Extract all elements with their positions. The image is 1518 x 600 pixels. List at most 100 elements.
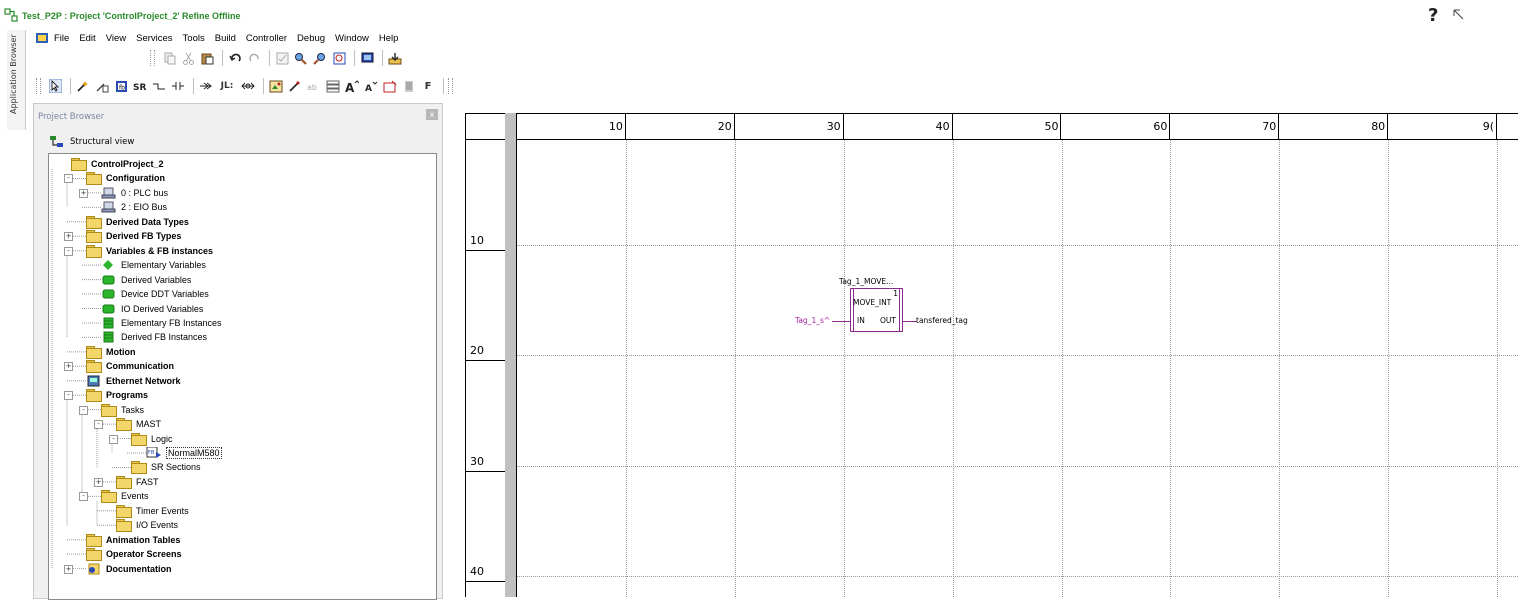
move-int-block[interactable]: 1 MOVE_INT IN OUT bbox=[850, 288, 903, 332]
fb-output-pin[interactable]: OUT bbox=[880, 316, 896, 325]
f-button[interactable]: F bbox=[420, 78, 436, 94]
ladder-wizard-icon[interactable] bbox=[287, 78, 303, 94]
fb-input-pin[interactable]: IN bbox=[857, 316, 865, 325]
sr-icon[interactable]: SR bbox=[132, 78, 148, 94]
input-variable[interactable]: Tag_1_s^ bbox=[795, 316, 830, 325]
menu-window[interactable]: Window bbox=[335, 33, 369, 44]
input-wire[interactable] bbox=[832, 321, 850, 322]
paste-icon[interactable] bbox=[161, 50, 177, 66]
tree-item[interactable]: Configuration bbox=[86, 171, 165, 186]
toolbar-grip[interactable] bbox=[448, 78, 453, 94]
tree-item[interactable]: FB NormalM580 bbox=[146, 446, 222, 460]
clipboard-icon[interactable] bbox=[199, 50, 215, 66]
toolbar-grip[interactable] bbox=[150, 50, 155, 66]
tree-item[interactable]: ControlProject_2 bbox=[71, 157, 164, 171]
tree-item[interactable]: Elementary FB Instances bbox=[101, 316, 222, 330]
collapse-icon[interactable]: - bbox=[94, 420, 103, 430]
align-icon[interactable] bbox=[325, 78, 341, 94]
expand-icon[interactable]: + bbox=[79, 188, 88, 198]
tree-item[interactable]: Events bbox=[101, 489, 149, 504]
output-variable[interactable]: tansfered_tag bbox=[916, 316, 968, 325]
menu-debug[interactable]: Debug bbox=[297, 33, 325, 44]
jump-icon[interactable] bbox=[198, 78, 214, 94]
validate-icon[interactable] bbox=[274, 50, 290, 66]
application-browser-tab[interactable]: Application Browser bbox=[7, 30, 26, 130]
tree-item[interactable]: Derived Variables bbox=[101, 273, 191, 287]
replace-icon[interactable] bbox=[312, 50, 328, 66]
font-smaller-icon[interactable]: A bbox=[363, 78, 379, 94]
fbd-editor[interactable]: 10 20 30 40 50 60 70 80 9( 10 20 30 40 Tag_1_MOVE..… bbox=[455, 99, 1518, 597]
expand-icon[interactable]: + bbox=[64, 362, 73, 372]
contact-icon[interactable] bbox=[170, 78, 186, 94]
collapse-icon[interactable]: - bbox=[64, 391, 73, 401]
zoom-icon[interactable] bbox=[331, 50, 347, 66]
tree-item[interactable]: Derived FB Instances bbox=[101, 330, 207, 344]
tree-item[interactable]: I/O Events bbox=[116, 518, 178, 533]
menu-services[interactable]: Services bbox=[136, 33, 172, 44]
undo-icon[interactable] bbox=[227, 50, 243, 66]
menu-file[interactable]: File bbox=[54, 33, 69, 44]
tree-item[interactable]: Derived FB Types bbox=[86, 229, 181, 244]
font-larger-icon[interactable]: A bbox=[344, 78, 360, 94]
tree-item[interactable]: Timer Events bbox=[116, 504, 189, 518]
close-icon[interactable]: x bbox=[426, 109, 438, 120]
tree-item[interactable]: 0 : PLC bus bbox=[101, 186, 168, 200]
tree-item[interactable]: Communication bbox=[86, 359, 174, 374]
tree-item[interactable]: Device DDT Variables bbox=[101, 287, 209, 301]
tree-item[interactable]: Derived Data Types bbox=[86, 215, 189, 229]
fb-call-icon[interactable] bbox=[94, 78, 110, 94]
cut-icon[interactable] bbox=[180, 50, 196, 66]
collapse-icon[interactable]: - bbox=[64, 246, 73, 256]
find-icon[interactable] bbox=[293, 50, 309, 66]
collapse-icon[interactable]: - bbox=[64, 174, 73, 184]
collapse-icon[interactable]: - bbox=[109, 434, 118, 444]
collapse-icon[interactable]: - bbox=[79, 405, 88, 415]
jump-label-icon[interactable]: JL: bbox=[217, 78, 237, 94]
tree-item[interactable]: Logic bbox=[131, 432, 173, 446]
menu-controller[interactable]: Controller bbox=[246, 33, 287, 44]
tree-item[interactable]: Programs bbox=[86, 388, 148, 403]
link-icon[interactable] bbox=[151, 78, 167, 94]
return-icon[interactable] bbox=[240, 78, 256, 94]
toolbar-grip[interactable] bbox=[36, 78, 41, 94]
menu-view[interactable]: View bbox=[106, 33, 126, 44]
fb-wizard-icon[interactable] bbox=[75, 78, 91, 94]
block-icon[interactable]: fb bbox=[113, 78, 129, 94]
tree-item[interactable]: 2 : EIO Bus bbox=[101, 200, 167, 214]
tree-item[interactable]: Documentation bbox=[86, 562, 172, 576]
tree-item[interactable]: Variables & FB instances bbox=[86, 244, 213, 258]
editor-grid[interactable]: Tag_1_MOVE... 1 MOVE_INT IN OUT Tag_1_s^… bbox=[517, 140, 1518, 597]
variable-icon[interactable] bbox=[382, 78, 398, 94]
tree-item[interactable]: Animation Tables bbox=[86, 533, 180, 547]
list-icon[interactable] bbox=[401, 78, 417, 94]
project-menu-icon[interactable] bbox=[36, 33, 48, 43]
insert-picture-icon[interactable] bbox=[268, 78, 284, 94]
tree-item[interactable]: IO Derived Variables bbox=[101, 302, 203, 316]
menu-edit[interactable]: Edit bbox=[79, 33, 95, 44]
menu-help[interactable]: Help bbox=[379, 33, 399, 44]
screen-icon[interactable] bbox=[359, 50, 375, 66]
select-arrow-icon[interactable] bbox=[47, 78, 63, 94]
tree-item[interactable]: FAST bbox=[116, 475, 159, 489]
tree-item[interactable]: Operator Screens bbox=[86, 547, 182, 562]
tree-item[interactable]: Elementary Variables bbox=[101, 258, 206, 272]
expand-icon[interactable]: + bbox=[64, 564, 73, 574]
menu-build[interactable]: Build bbox=[215, 33, 236, 44]
expand-icon[interactable]: + bbox=[94, 477, 103, 487]
collapse-icon[interactable]: - bbox=[79, 492, 88, 502]
redo-icon[interactable] bbox=[246, 50, 262, 66]
expand-icon[interactable]: + bbox=[64, 232, 73, 242]
help-icon[interactable]: ? bbox=[1428, 5, 1438, 26]
fb-instance-name[interactable]: Tag_1_MOVE... bbox=[839, 277, 893, 286]
restore-icon[interactable] bbox=[1452, 9, 1464, 21]
tree-item[interactable]: Tasks bbox=[101, 403, 144, 417]
import-icon[interactable] bbox=[387, 50, 403, 66]
structural-view-button[interactable]: Structural view bbox=[50, 134, 134, 150]
tree-item[interactable]: MAST bbox=[116, 417, 161, 432]
comment-icon[interactable]: ab bbox=[306, 78, 322, 94]
tree-item[interactable]: SR Sections bbox=[131, 460, 201, 475]
tree-item[interactable]: Ethernet Network bbox=[86, 374, 181, 388]
output-wire[interactable] bbox=[903, 321, 917, 322]
tree-item[interactable]: Motion bbox=[86, 345, 136, 359]
menu-tools[interactable]: Tools bbox=[183, 33, 205, 44]
